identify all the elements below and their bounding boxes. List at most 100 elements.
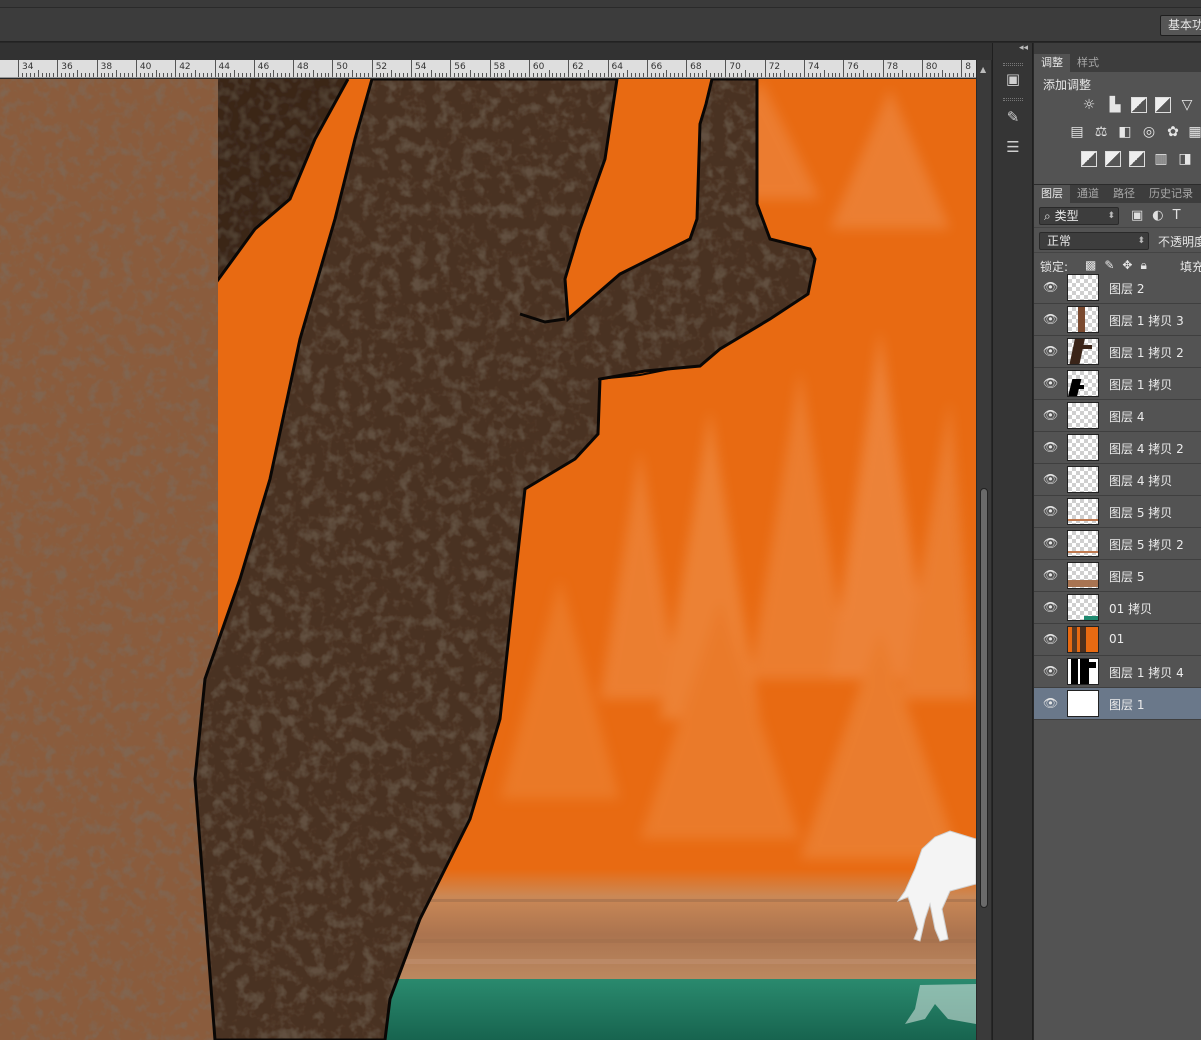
visibility-eye-icon[interactable]: 👁︎ bbox=[1043, 504, 1058, 518]
invert-icon[interactable] bbox=[1081, 151, 1097, 167]
workspace-switcher-button[interactable]: 基本功 bbox=[1160, 15, 1201, 36]
layer-thumbnail[interactable] bbox=[1067, 274, 1099, 301]
layer-name[interactable]: 图层 4 拷贝 2 bbox=[1109, 440, 1184, 457]
exposure-icon[interactable] bbox=[1155, 97, 1171, 113]
layer-row[interactable]: 👁︎ 01 bbox=[1034, 624, 1201, 656]
visibility-eye-icon[interactable]: 👁︎ bbox=[1043, 664, 1058, 678]
layer-name[interactable]: 图层 1 拷贝 3 bbox=[1109, 312, 1184, 329]
filter-adjustment-icon[interactable]: ◐ bbox=[1152, 208, 1163, 223]
layer-row[interactable]: 👁︎ 图层 5 bbox=[1034, 560, 1201, 592]
lock-position-icon[interactable]: ✥ bbox=[1122, 258, 1132, 273]
tab-layers[interactable]: 图层 bbox=[1034, 185, 1070, 203]
layer-thumbnail[interactable] bbox=[1067, 306, 1099, 333]
layer-thumbnail[interactable] bbox=[1067, 690, 1099, 717]
black-white-icon[interactable]: ◧ bbox=[1117, 124, 1133, 140]
filter-type-icon[interactable]: T bbox=[1173, 208, 1181, 223]
layer-thumbnail[interactable] bbox=[1067, 338, 1099, 365]
tab-channels[interactable]: 通道 bbox=[1070, 185, 1106, 203]
layer-name[interactable]: 图层 1 bbox=[1109, 696, 1144, 713]
layer-thumbnail[interactable] bbox=[1067, 466, 1099, 493]
blend-mode-select[interactable]: 正常 ⬍ bbox=[1039, 232, 1149, 250]
visibility-eye-icon[interactable]: 👁︎ bbox=[1043, 376, 1058, 390]
gradient-map-icon[interactable]: ▥ bbox=[1153, 151, 1169, 167]
layer-name[interactable]: 图层 5 拷贝 2 bbox=[1109, 536, 1184, 553]
layer-row[interactable]: 👁︎ 图层 2 bbox=[1034, 272, 1201, 304]
layer-thumbnail[interactable] bbox=[1067, 562, 1099, 589]
layer-thumbnail[interactable] bbox=[1067, 658, 1099, 685]
info-panel-icon[interactable]: ▣ bbox=[1001, 67, 1025, 91]
layer-row[interactable]: 👁︎ 图层 4 拷贝 2 bbox=[1034, 432, 1201, 464]
layer-filter-select[interactable]: ⌕ 类型 ⬍ bbox=[1039, 207, 1119, 225]
layer-thumbnail[interactable] bbox=[1067, 370, 1099, 397]
layer-name[interactable]: 图层 5 拷贝 bbox=[1109, 504, 1172, 521]
document-canvas[interactable] bbox=[0, 79, 976, 1040]
tab-paths[interactable]: 路径 bbox=[1106, 185, 1142, 203]
layer-name[interactable]: 图层 5 bbox=[1109, 568, 1144, 585]
layer-row[interactable]: 👁︎ 图层 1 拷贝 2 bbox=[1034, 336, 1201, 368]
visibility-eye-icon[interactable]: 👁︎ bbox=[1043, 696, 1058, 710]
posterize-icon[interactable] bbox=[1105, 151, 1121, 167]
layer-name[interactable]: 图层 4 bbox=[1109, 408, 1144, 425]
lock-pixels-icon[interactable]: ✎ bbox=[1104, 258, 1114, 273]
ruler-tick bbox=[741, 73, 743, 77]
vertical-scrollbar[interactable]: ▲ bbox=[976, 60, 991, 1040]
layer-name[interactable]: 图层 1 拷贝 2 bbox=[1109, 344, 1184, 361]
visibility-eye-icon[interactable]: 👁︎ bbox=[1043, 280, 1058, 294]
layer-row[interactable]: 👁︎ 图层 4 拷贝 bbox=[1034, 464, 1201, 496]
color-balance-icon[interactable]: ⚖ bbox=[1093, 124, 1109, 140]
photo-filter-icon[interactable]: ◎ bbox=[1141, 124, 1157, 140]
properties-panel-icon[interactable]: ☰ bbox=[1001, 135, 1025, 159]
layer-thumbnail[interactable] bbox=[1067, 402, 1099, 429]
layer-row[interactable]: 👁︎ 图层 5 拷贝 bbox=[1034, 496, 1201, 528]
filter-pixel-icon[interactable]: ▣ bbox=[1131, 208, 1143, 223]
scroll-up-arrow-icon[interactable]: ▲ bbox=[980, 65, 986, 74]
layer-row[interactable]: 👁︎ 图层 1 拷贝 bbox=[1034, 368, 1201, 400]
layer-name[interactable]: 图层 1 拷贝 bbox=[1109, 376, 1172, 393]
visibility-eye-icon[interactable]: 👁︎ bbox=[1043, 312, 1058, 326]
visibility-eye-icon[interactable]: 👁︎ bbox=[1043, 600, 1058, 614]
hue-saturation-icon[interactable]: ▤ bbox=[1069, 124, 1085, 140]
layer-name[interactable]: 01 拷贝 bbox=[1109, 600, 1152, 617]
layer-name[interactable]: 图层 1 拷贝 4 bbox=[1109, 664, 1184, 681]
dock-grip-icon[interactable] bbox=[1003, 98, 1023, 101]
layer-thumbnail[interactable] bbox=[1067, 498, 1099, 525]
lock-all-icon[interactable]: 🔒︎ bbox=[1140, 258, 1146, 273]
visibility-eye-icon[interactable]: 👁︎ bbox=[1043, 344, 1058, 358]
layer-name[interactable]: 图层 4 拷贝 bbox=[1109, 472, 1172, 489]
scrollbar-thumb[interactable] bbox=[980, 488, 988, 908]
layer-thumbnail[interactable] bbox=[1067, 626, 1099, 653]
visibility-eye-icon[interactable]: 👁︎ bbox=[1043, 472, 1058, 486]
color-lookup-icon[interactable]: ▦ bbox=[1187, 124, 1201, 140]
curves-icon[interactable] bbox=[1131, 97, 1147, 113]
tab-history[interactable]: 历史记录 bbox=[1142, 185, 1200, 203]
layer-thumbnail[interactable] bbox=[1067, 434, 1099, 461]
layer-row[interactable]: 👁︎ 01 拷贝 bbox=[1034, 592, 1201, 624]
channel-mixer-icon[interactable]: ✿ bbox=[1165, 124, 1181, 140]
visibility-eye-icon[interactable]: 👁︎ bbox=[1043, 408, 1058, 422]
tool-presets-icon[interactable]: ✎ bbox=[1001, 105, 1025, 129]
tab-styles[interactable]: 样式 bbox=[1070, 54, 1106, 72]
layer-row[interactable]: 👁︎ 图层 1 bbox=[1034, 688, 1201, 720]
layer-name[interactable]: 01 bbox=[1109, 632, 1124, 646]
visibility-eye-icon[interactable]: 👁︎ bbox=[1043, 536, 1058, 550]
selective-color-icon[interactable]: ◨ bbox=[1177, 151, 1193, 167]
layer-row[interactable]: 👁︎ 图层 5 拷贝 2 bbox=[1034, 528, 1201, 560]
layer-thumbnail[interactable] bbox=[1067, 594, 1099, 621]
brightness-contrast-icon[interactable]: ☼ bbox=[1081, 97, 1097, 113]
levels-icon[interactable]: ▙ bbox=[1107, 97, 1123, 113]
layer-thumbnail[interactable] bbox=[1067, 530, 1099, 557]
threshold-icon[interactable] bbox=[1129, 151, 1145, 167]
dock-grip-icon[interactable] bbox=[1003, 63, 1023, 66]
layer-row[interactable]: 👁︎ 图层 1 拷贝 3 bbox=[1034, 304, 1201, 336]
ruler-tick bbox=[49, 73, 51, 77]
lock-transparency-icon[interactable]: ▩ bbox=[1085, 258, 1096, 273]
visibility-eye-icon[interactable]: 👁︎ bbox=[1043, 440, 1058, 454]
tab-adjustments[interactable]: 调整 bbox=[1034, 54, 1070, 72]
layer-name[interactable]: 图层 2 bbox=[1109, 280, 1144, 297]
vibrance-icon[interactable]: ▽ bbox=[1179, 97, 1195, 113]
visibility-eye-icon[interactable]: 👁︎ bbox=[1043, 568, 1058, 582]
layer-row[interactable]: 👁︎ 图层 1 拷贝 4 bbox=[1034, 656, 1201, 688]
visibility-eye-icon[interactable]: 👁︎ bbox=[1043, 632, 1058, 646]
collapse-panels-icon[interactable]: ◂◂ bbox=[1019, 43, 1028, 53]
layer-row[interactable]: 👁︎ 图层 4 bbox=[1034, 400, 1201, 432]
